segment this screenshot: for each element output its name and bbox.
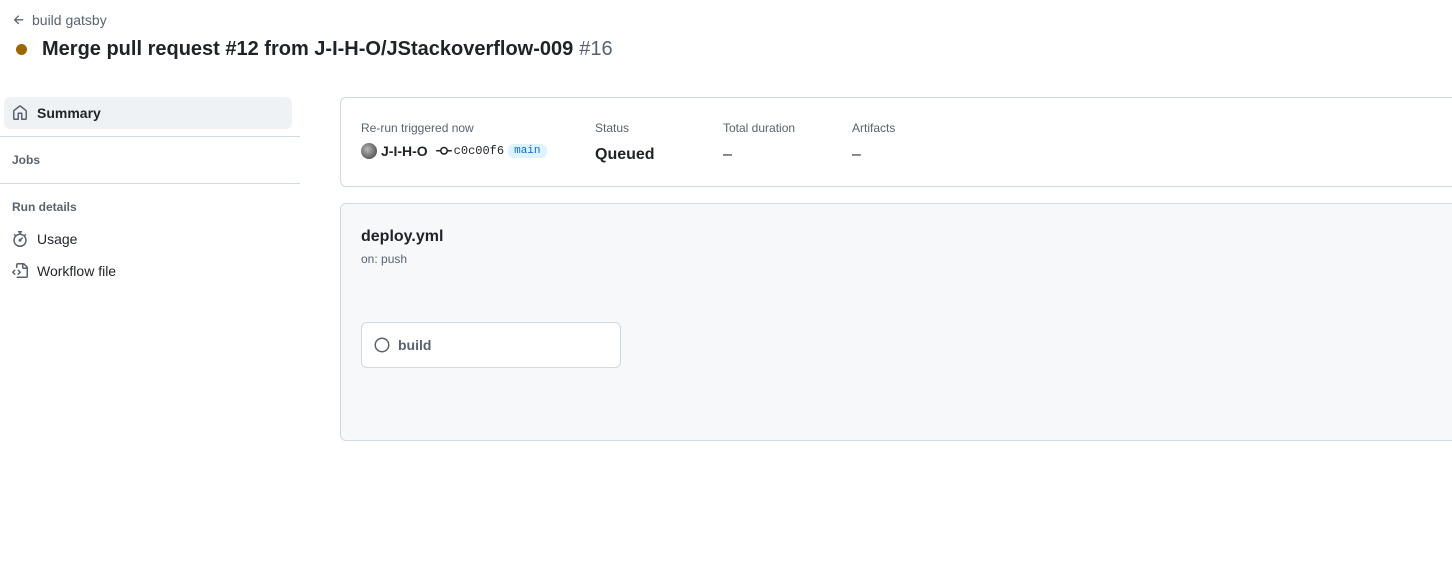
job-build[interactable]: build <box>361 322 621 368</box>
queued-status-dot-icon <box>16 44 27 55</box>
commit-sha-link[interactable]: c0c00f6 <box>454 144 504 158</box>
divider <box>0 136 300 137</box>
home-icon <box>13 105 27 120</box>
actor-link[interactable]: J-I-H-O <box>381 143 428 159</box>
branch-label[interactable]: main <box>508 144 547 158</box>
status-value: Queued <box>595 146 655 163</box>
jobs-heading: Jobs <box>12 153 41 167</box>
trigger-details: J-I-H-O c0c00f6 main <box>361 143 547 159</box>
run-title-row: Merge pull request #12 from J-I-H-O/JSta… <box>16 38 613 61</box>
status-column: Status Queued <box>595 121 655 165</box>
trigger-label: Re-run triggered now <box>361 121 474 135</box>
run-number: #16 <box>579 38 613 60</box>
avatar[interactable] <box>361 143 377 159</box>
artifacts-label: Artifacts <box>852 121 896 135</box>
sidebar-item-usage[interactable]: Usage <box>4 223 292 255</box>
arrow-left-icon <box>13 15 24 25</box>
artifacts-value: – <box>852 146 861 163</box>
run-details-heading: Run details <box>12 200 77 214</box>
back-link-label: build gatsby <box>32 12 107 28</box>
trigger-column: Re-run triggered now J-I-H-O c0c00f6 mai… <box>361 121 547 159</box>
duration-value: – <box>723 146 732 163</box>
sidebar-item-label: Summary <box>37 105 101 121</box>
run-summary-card: Re-run triggered now J-I-H-O c0c00f6 mai… <box>340 97 1452 187</box>
sidebar-item-label: Usage <box>37 231 78 247</box>
status-label: Status <box>595 121 630 135</box>
divider <box>0 183 300 184</box>
queued-circle-icon <box>374 337 390 353</box>
job-name: build <box>398 337 432 353</box>
workflow-graph: deploy.yml on: push build <box>340 203 1452 441</box>
git-commit-icon <box>435 146 452 155</box>
workflow-file-name: deploy.yml <box>361 228 444 245</box>
file-code-icon <box>12 263 28 278</box>
artifacts-column: Artifacts – <box>852 121 895 165</box>
workflow-trigger: on: push <box>361 252 408 266</box>
page-title: Merge pull request #12 from J-I-H-O/JSta… <box>42 38 574 60</box>
sidebar-item-workflow-file[interactable]: Workflow file <box>4 255 292 287</box>
run-sidebar: Summary Jobs Run details Usage Workflow … <box>0 97 300 287</box>
sidebar-item-summary[interactable]: Summary <box>4 97 292 129</box>
duration-column: Total duration – <box>723 121 795 165</box>
back-to-workflow-link[interactable]: build gatsby <box>12 12 107 28</box>
stopwatch-icon <box>13 231 27 247</box>
duration-label: Total duration <box>723 121 796 135</box>
sidebar-item-label: Workflow file <box>37 263 117 279</box>
